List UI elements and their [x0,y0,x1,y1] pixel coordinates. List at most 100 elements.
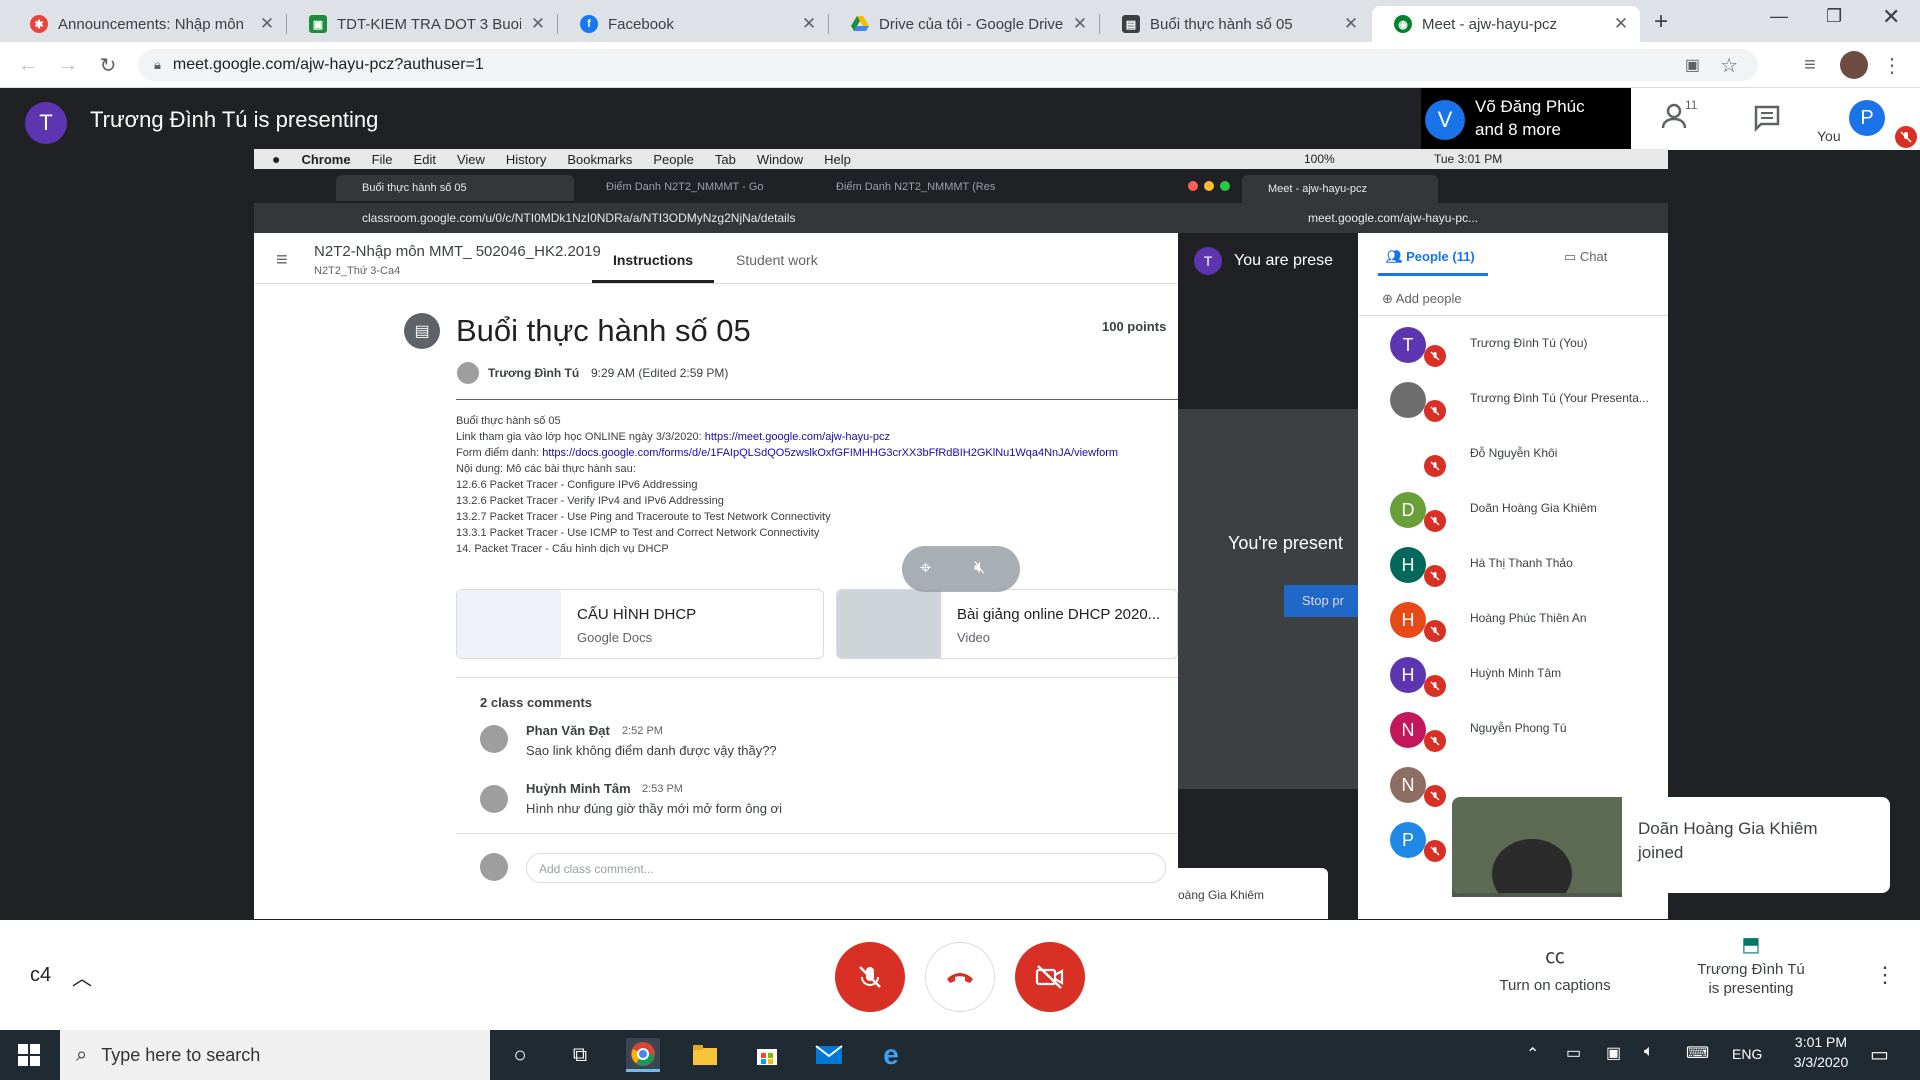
chevron-up-icon[interactable]: ︿ [72,962,92,991]
close-tab-icon[interactable]: ✕ [1612,14,1630,34]
keyboard-icon[interactable]: ⌨︎ [1686,1043,1709,1063]
back-icon[interactable]: ← [14,51,42,79]
mac-menu-item: Window [756,151,804,167]
mail-icon[interactable] [812,1038,846,1072]
reload-icon[interactable]: ↻ [94,51,122,79]
form-link: https://docs.google.com/forms/d/e/1FAIpQ… [542,447,1119,459]
tray-chevron-icon[interactable]: ⌃ [1526,1044,1539,1064]
close-tab-icon[interactable]: ✕ [258,14,276,34]
author-avatar [457,362,479,384]
desc-line: 13.2.7 Packet Tracer - Use Ping and Trac… [456,511,831,523]
minimize-icon[interactable]: — [1770,6,1788,27]
profile-avatar[interactable] [1840,51,1868,79]
browser-tab[interactable]: ▣ TDT-KIEM TRA DOT 3 Buoi 5 ✕ [287,6,557,42]
cortana-icon[interactable]: ○ [503,1038,537,1072]
close-tab-icon[interactable]: ✕ [1071,14,1089,34]
more-options-icon[interactable]: ⋮ [1874,962,1896,988]
browser-tab[interactable]: ✱ Announcements: Nhập môn ✕ [8,6,286,42]
notifications-icon[interactable]: ▭ [1870,1042,1889,1067]
captions-button[interactable]: ㏄ Turn on captions [1480,940,1630,994]
classroom-icon: ▣ [309,15,327,33]
chrome-taskbar-icon[interactable] [626,1038,660,1072]
shared-meet-url: meet.google.com/ajw-hayu-pc... [1308,211,1479,225]
network-icon[interactable]: ▣ [1606,1043,1621,1063]
close-window-icon[interactable]: ✕ [1882,4,1900,30]
mac-minimize-dot [1204,181,1214,191]
self-avatar[interactable]: P [1849,100,1885,136]
add-person-icon: ⊕ [1382,291,1396,306]
tab-instructions: Instructions [592,233,714,283]
presenting-status-button[interactable]: ⬒ Trương Đình Tú is presenting [1670,932,1832,997]
address-bar[interactable]: 🔒︎ meet.google.com/ajw-hayu-pcz?authuser… [138,49,1758,81]
clock-time: 3:01 PM [1794,1034,1848,1050]
browser-tab[interactable]: f Facebook ✕ [558,6,828,42]
chat-button[interactable] [1753,104,1781,137]
meet-top-bar: T Trương Đình Tú is presenting V Võ Đăng… [0,88,1920,152]
mac-menu-item: File [371,151,393,167]
browser-tab[interactable]: ▤ Buổi thực hành số 05 ✕ [1100,6,1370,42]
participant-avatar: H [1390,657,1426,693]
commenter-avatar [480,853,508,881]
comment-author: Phan Văn Đạt [526,723,610,738]
tab-underline [1378,273,1488,276]
author-name: Trương Đình Tú [488,366,580,380]
participants-button[interactable]: 11 [1661,98,1697,137]
meet-icon: ◉ [1394,15,1412,33]
new-tab-icon[interactable]: + [1654,8,1668,36]
chrome-menu-icon[interactable]: ⋮ [1878,51,1906,79]
divider [456,833,1178,834]
active-speaker-chip[interactable]: V Võ Đăng Phúc and 8 more [1421,88,1631,150]
classroom-page: ≡ N2T2-Nhập môn MMT_ 502046_HK2.2019 N2T… [254,233,1178,919]
taskbar-clock[interactable]: 3:01 PM 3/3/2020 [1786,1034,1856,1070]
mac-menu-item: History [505,151,547,167]
task-view-icon[interactable]: ⧉ [563,1038,597,1072]
mic-off-icon [1424,785,1446,807]
comment-text: Hình như đúng giờ thầy mới mở form ông ơ… [526,801,782,816]
search-icon: ⌕ [76,1043,88,1066]
toast-joined: joined [1638,843,1684,862]
language-indicator[interactable]: ENG [1732,1046,1762,1062]
restore-icon[interactable]: ❐ [1826,6,1842,27]
edge-icon[interactable]: e [874,1038,908,1072]
desc-text: Link tham gia vào lớp học ONLINE ngày 3/… [456,431,705,443]
media-control-icon[interactable]: ≡ [1796,51,1824,79]
participant-row: H Hoàng Phúc Thiên An [1358,592,1668,647]
meet-actions: 11 You P [1631,88,1920,150]
desc-line: Nội dung: Mô các bài thực hành sau: [456,463,636,475]
close-tab-icon[interactable]: ✕ [529,14,547,34]
meeting-details-button[interactable]: c4 [30,964,51,987]
forward-icon[interactable]: → [54,51,82,79]
shared-presenting-title: You are prese [1234,252,1334,269]
file-explorer-icon[interactable] [688,1038,722,1072]
close-tab-icon[interactable]: ✕ [1342,14,1360,34]
bookmark-star-icon[interactable]: ☆ [1720,53,1738,78]
divider [254,283,1178,284]
speaker-avatar: V [1425,100,1465,140]
leave-call-button[interactable] [925,942,995,1012]
participant-row: H Hà Thị Thanh Thảo [1358,537,1668,592]
camera-toggle-button[interactable] [1015,942,1085,1012]
battery-icon[interactable]: ▭ [1566,1043,1581,1063]
volume-icon[interactable]: 🔈︎ [1644,1043,1654,1061]
mac-zoom-dot [1220,181,1230,191]
shared-tab-title: Điểm Danh N2T2_NMMMT - Go [606,181,764,193]
mac-menu-item: People [653,151,694,167]
shared-address-bar: classroom.google.com/u/0/c/NTI0MDk1NzI0N… [254,203,1178,233]
participant-avatar: N [1390,712,1426,748]
participant-avatar: H [1390,547,1426,583]
browser-tab-active[interactable]: ◉ Meet - ajw-hayu-pcz ✕ [1372,6,1640,42]
comment-input: Add class comment... [526,853,1166,883]
mic-toggle-button[interactable] [835,942,905,1012]
camera-blocked-icon[interactable]: ▣ [1685,55,1700,75]
join-toast-panel: Doãn Hoàng Gia Khiêm joined [1452,797,1890,893]
mac-clock: Tue 3:01 PM [1434,152,1503,166]
close-tab-icon[interactable]: ✕ [800,14,818,34]
mic-off-icon [1424,510,1446,532]
store-icon[interactable] [750,1038,784,1072]
mic-off-icon [1424,675,1446,697]
windows-start-icon[interactable] [12,1038,46,1072]
taskbar-search[interactable]: ⌕ Type here to search [60,1030,490,1080]
browser-tab[interactable]: Drive của tôi - Google Drive ✕ [829,6,1099,42]
mac-menu-item: Edit [413,151,436,167]
chat-tab: ▭ Chat [1564,249,1607,265]
